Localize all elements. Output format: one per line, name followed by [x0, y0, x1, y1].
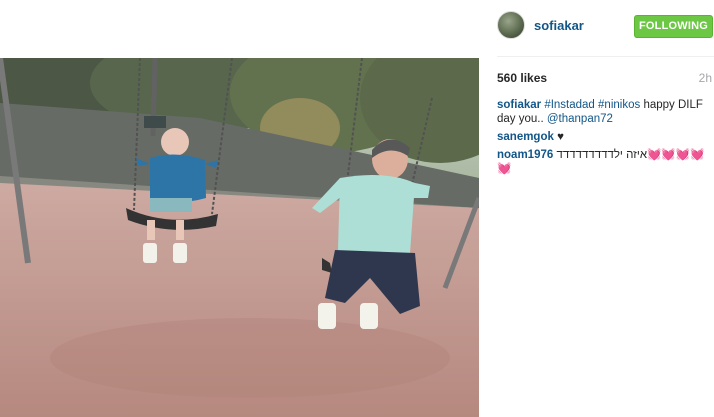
post-photo[interactable] [0, 58, 479, 417]
caption: sofiakar #Instadad #ninikos happy DILF d… [497, 98, 709, 126]
comment-username[interactable]: sanemgok [497, 131, 554, 143]
comment-item: noam1976 איזה ילדדדדדדדדד💓💓💓💓💓 [497, 148, 709, 176]
caption-username[interactable]: sofiakar [497, 99, 541, 111]
swing-photo-image [0, 58, 479, 417]
comment-text: ♥ [557, 131, 564, 143]
comment-username[interactable]: noam1976 [497, 149, 553, 161]
hashtag-link[interactable]: #Instadad [544, 99, 595, 111]
comment-item: sanemgok ♥ [497, 130, 709, 144]
comments-list: sofiakar #Instadad #ninikos happy DILF d… [497, 98, 709, 180]
likes-count[interactable]: 560 likes [497, 71, 547, 85]
hashtag-link[interactable]: #ninikos [598, 99, 640, 111]
profile-avatar[interactable] [497, 11, 525, 39]
post-sidebar: sofiakar FOLLOWING 560 likes 2h sofiakar… [497, 0, 714, 417]
post-time[interactable]: 2h [699, 71, 712, 85]
following-button[interactable]: FOLLOWING [634, 15, 713, 38]
post-username[interactable]: sofiakar [534, 18, 584, 33]
post-header: sofiakar FOLLOWING [497, 0, 714, 57]
mention-link[interactable]: @thanpan72 [547, 113, 613, 125]
